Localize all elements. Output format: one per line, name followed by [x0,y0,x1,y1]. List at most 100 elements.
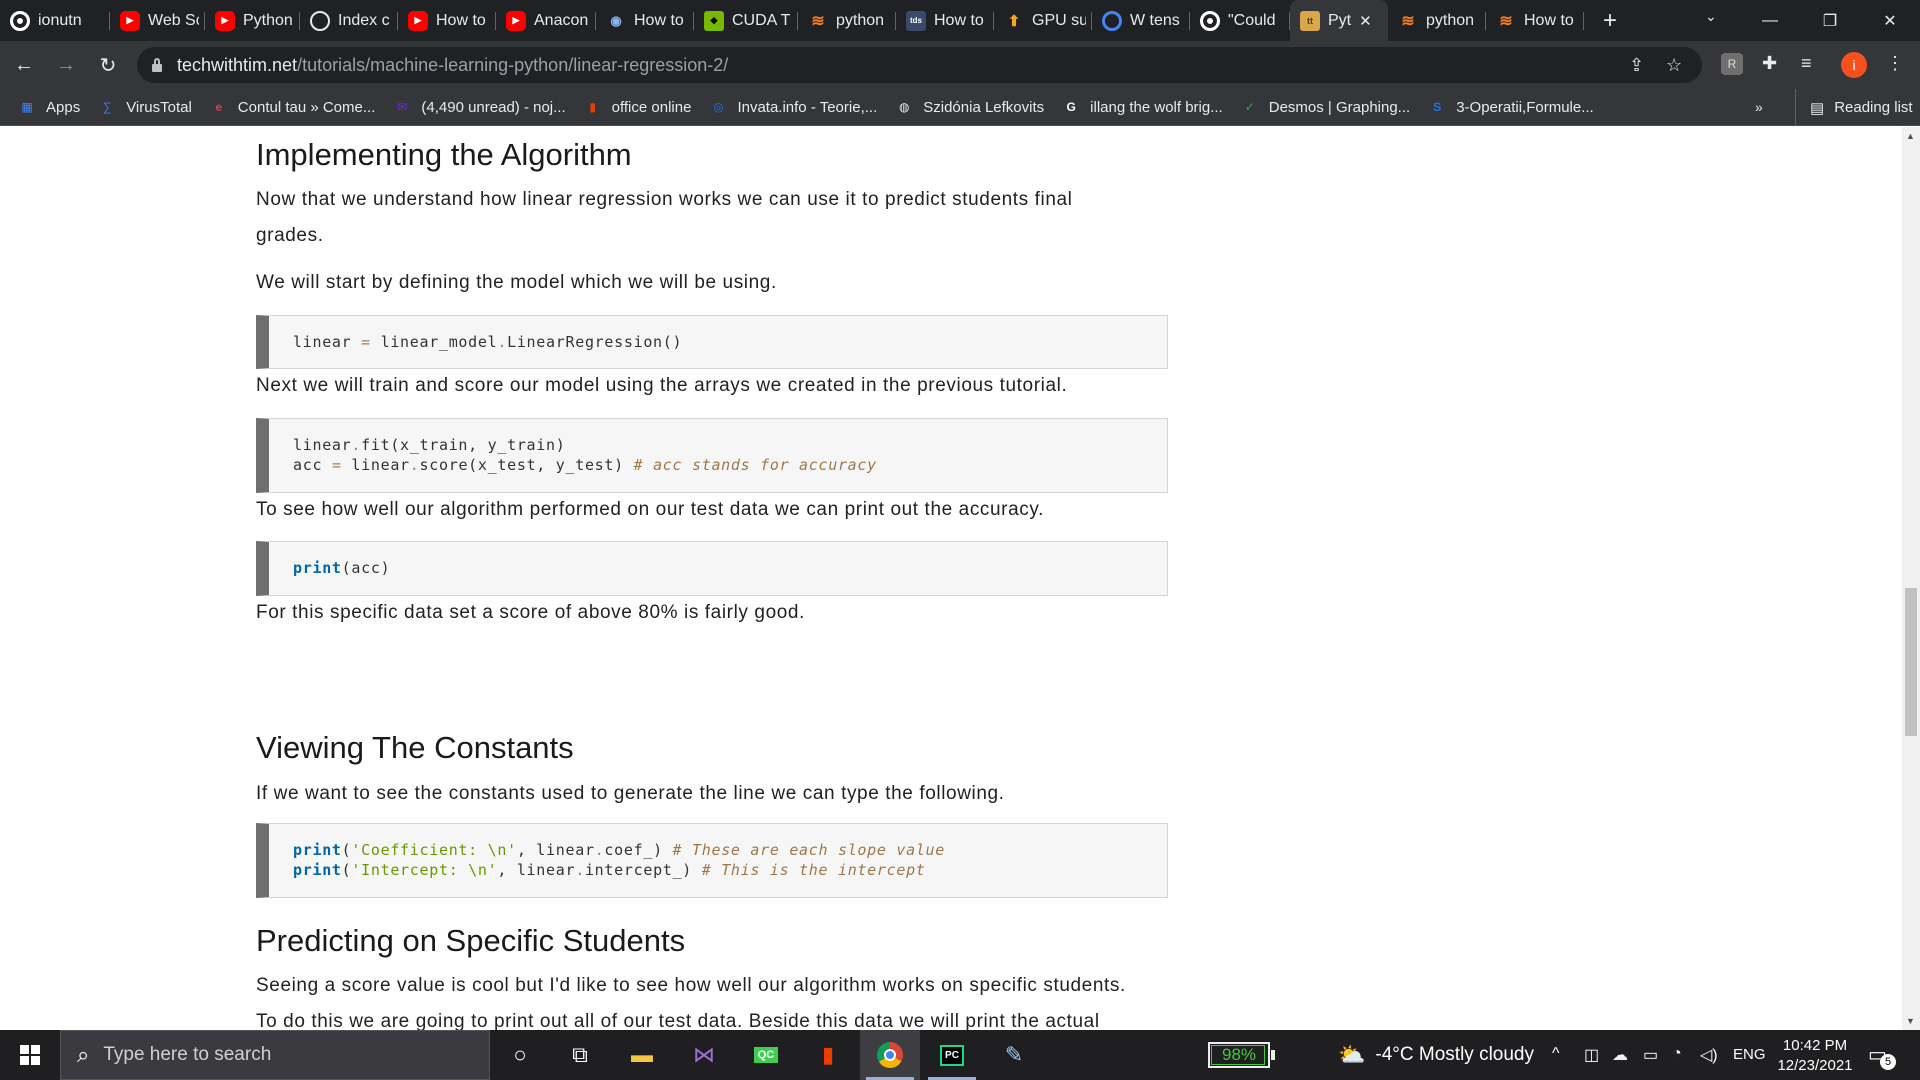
bookmark-3-operatii[interactable]: S 3-Operatii,Formule... [1428,98,1594,116]
input-language[interactable]: ENG [1733,1046,1766,1063]
restore-icon[interactable]: ❐ [1800,11,1860,31]
tab-label: Anacon [534,11,589,29]
url-path: /tutorials/machine-learning-python/linea… [297,54,729,75]
file-explorer-icon[interactable]: ▬ [612,1030,672,1080]
tab-github-could[interactable]: "Could [1190,0,1290,41]
tab-youtube-anaconda[interactable]: ▶ Anacon [496,0,596,41]
wifi-tray-icon[interactable]: ◔ [1672,1045,1682,1063]
wifi-icon: ◉ [610,12,622,28]
tab-tensorflow-gpu[interactable]: ⬆ GPU su [994,0,1092,41]
bookmark-label: 3-Operatii,Formule... [1456,98,1594,116]
lock-icon[interactable] [151,58,163,72]
profile-avatar[interactable]: i [1841,52,1867,78]
youtube-icon: ▶ [120,10,140,31]
page-scrollbar[interactable]: ▲ ▼ [1902,127,1920,1030]
youtube-icon: ▶ [408,10,428,31]
tab-stackoverflow-how-to[interactable]: ≋ How to [1486,0,1584,41]
bookmark-apps[interactable]: ▦ Apps [18,98,80,116]
bookmark-invata[interactable]: ◎ Invata.info - Teorie,... [709,98,877,116]
onedrive-icon[interactable]: ☁ [1612,1045,1628,1065]
start-button[interactable] [0,1030,60,1080]
tds-icon: tds [906,10,926,31]
paint-icon[interactable]: ✎ [984,1030,1044,1080]
yahoo-mail-icon: ✉ [397,100,408,114]
stackoverflow-icon: ≋ [811,12,825,30]
tab-youtube-web-sc[interactable]: ▶ Web Sc [110,0,205,41]
paragraph-constants: If we want to see the constants used to … [256,783,1005,804]
extensions-puzzle-icon[interactable]: ✚ [1762,53,1777,74]
close-window-icon[interactable]: ✕ [1860,11,1920,31]
task-view-icon[interactable]: ⧉ [550,1030,610,1080]
tab-index[interactable]: Index c [300,0,398,41]
minimize-icon[interactable]: — [1740,12,1800,30]
address-bar[interactable]: techwithtim.net/tutorials/machine-learni… [137,47,1702,83]
code-block-constants[interactable]: print('Coefficient: \n', linear.coef_) #… [256,823,1168,898]
forward-arrow-icon[interactable]: → [48,47,84,83]
tab-youtube-python[interactable]: ▶ Python [205,0,300,41]
weather-widget[interactable]: ⛅ -4°C Mostly cloudy [1338,1042,1534,1068]
bookmarks-overflow-button[interactable]: » [1755,99,1763,115]
tab-w-tens[interactable]: W tens [1092,0,1190,41]
bookmark-office-online[interactable]: ▮ office online [584,98,691,116]
bookmark-szidonia[interactable]: ◍ Szidónia Lefkovits [895,98,1044,116]
new-tab-button[interactable]: + [1592,7,1628,35]
media-control-icon[interactable]: ≡ [1801,53,1812,74]
code-block-print-acc[interactable]: print(acc) [256,541,1168,596]
weather-text: -4°C Mostly cloudy [1375,1044,1534,1065]
tab-label: GPU su [1032,11,1086,29]
reload-icon[interactable]: ↻ [90,47,126,83]
system-clock[interactable]: 10:42 PM 12/23/2021 [1774,1036,1856,1076]
browser-toolbar: ← → ↻ techwithtim.net/tutorials/machine-… [0,41,1920,89]
tab-tds-how-to[interactable]: tds How to [896,0,994,41]
code-line: acc = linear.score(x_test, y_test) # acc… [293,456,877,474]
scroll-up-arrow-icon[interactable]: ▲ [1906,131,1915,141]
tab-active-techwithtim[interactable]: tt Pyt ✕ [1290,0,1388,41]
tab-search-icon[interactable]: ⌄ [1705,8,1717,25]
cortana-icon[interactable]: ○ [490,1030,550,1080]
office-app-icon[interactable]: ▮ [798,1030,858,1080]
chrome-app-icon[interactable] [860,1030,920,1080]
qt-creator-icon[interactable]: QC [736,1030,796,1080]
show-hidden-icons-chevron-icon[interactable]: ^ [1552,1045,1560,1063]
invata-icon: ◎ [713,100,724,114]
battery-percentage[interactable]: 98% [1208,1042,1275,1068]
code-block-define-model[interactable]: linear = linear_model.LinearRegression() [256,315,1168,369]
bookmark-desmos[interactable]: ✓ Desmos | Graphing... [1241,98,1410,116]
tab-how-to-wifi[interactable]: ◉ How to [596,0,694,41]
bookmark-star-icon[interactable]: ☆ [1666,55,1682,76]
bookmark-illang[interactable]: G illang the wolf brig... [1062,98,1222,116]
bookmark-emag[interactable]: e Contul tau » Come... [210,98,376,116]
bookmark-label: Contul tau » Come... [237,98,376,116]
tray-app-icon[interactable]: ◫ [1584,1045,1599,1065]
battery-icon[interactable]: ▭ [1643,1045,1658,1065]
volume-icon[interactable]: ◁) [1700,1045,1718,1065]
window-controls: — ❐ ✕ [1740,0,1920,41]
url-text[interactable]: techwithtim.net/tutorials/machine-learni… [177,55,728,76]
taskbar-search-box[interactable]: ⌕ Type here to search [60,1030,490,1080]
paragraph-print-accuracy: To see how well our algorithm performed … [256,499,1044,520]
reading-list-button[interactable]: ▤ Reading list [1795,89,1913,126]
bookmark-label: VirusTotal [126,98,192,116]
youtube-icon: ▶ [506,10,526,31]
extension-r-icon[interactable]: R [1721,53,1743,75]
tab-github-ionutn[interactable]: ionutn [0,0,110,41]
code-line: print('Intercept: \n', linear.intercept_… [293,861,926,879]
tab-youtube-how-to[interactable]: ▶ How to [398,0,496,41]
share-icon[interactable]: ⇪ [1629,55,1644,76]
scroll-down-arrow-icon[interactable]: ▼ [1906,1016,1915,1026]
tab-label: How to [1524,11,1574,29]
menu-kebab-icon[interactable]: ⋮ [1886,53,1904,74]
tab-stackoverflow-python[interactable]: ≋ python [798,0,896,41]
scrollbar-thumb[interactable] [1905,588,1917,736]
bookmark-yahoo-mail[interactable]: ✉ (4,490 unread) - noj... [393,98,565,116]
tab-stackoverflow-python-2[interactable]: ≋ python [1388,0,1486,41]
paragraph-intro-line-1: Now that we understand how linear regres… [256,189,1073,210]
code-block-fit-score[interactable]: linear.fit(x_train, y_train) acc = linea… [256,418,1168,493]
visual-studio-icon[interactable]: ⋈ [674,1030,734,1080]
bookmark-virustotal[interactable]: ∑ VirusTotal [98,98,192,116]
back-arrow-icon[interactable]: ← [6,47,42,83]
pycharm-icon[interactable]: PC [922,1030,982,1080]
page-viewport: Implementing the Algorithm Now that we u… [0,127,1902,1030]
tab-nvidia-cuda[interactable]: ◆ CUDA T [694,0,798,41]
close-icon[interactable]: ✕ [1359,12,1372,30]
